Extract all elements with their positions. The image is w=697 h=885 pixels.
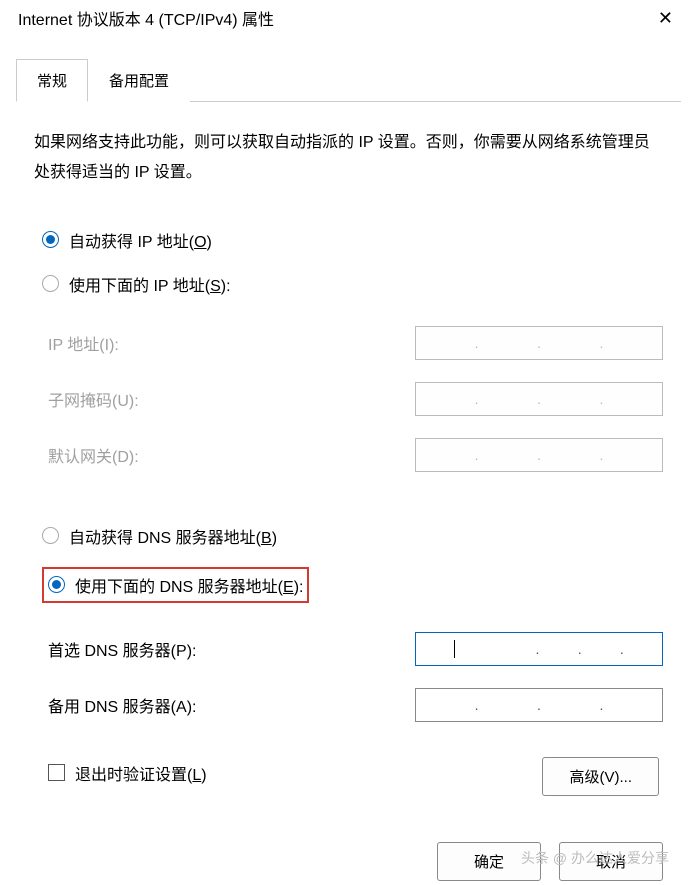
label-ip-address: IP 地址(I): [48, 331, 119, 355]
radio-ip-manual-label: 使用下面的 IP 地址(S): [69, 272, 231, 296]
radio-icon [42, 231, 59, 248]
input-default-gateway: ... [415, 438, 663, 472]
row-alternate-dns: 备用 DNS 服务器(A): ... [48, 677, 663, 733]
label-subnet-mask: 子网掩码(U): [48, 387, 139, 411]
radio-dns-auto-label: 自动获得 DNS 服务器地址(B) [69, 524, 277, 548]
checkbox-icon [48, 764, 65, 781]
row-ip-address: IP 地址(I): ... [48, 315, 663, 371]
radio-icon [42, 527, 59, 544]
label-preferred-dns: 首选 DNS 服务器(P): [48, 637, 196, 661]
radio-dns-auto[interactable]: 自动获得 DNS 服务器地址(B) [42, 523, 663, 549]
dialog-buttons: 确定 取消 [16, 822, 681, 885]
tab-alternate[interactable]: 备用配置 [88, 59, 190, 102]
radio-icon [42, 275, 59, 292]
radio-dns-manual[interactable]: 使用下面的 DNS 服务器地址(E): [38, 567, 663, 603]
checkbox-validate-label: 退出时验证设置(L) [75, 761, 207, 785]
radio-icon [48, 576, 65, 593]
input-subnet-mask: ... [415, 382, 663, 416]
tab-general[interactable]: 常规 [16, 59, 88, 102]
row-subnet-mask: 子网掩码(U): ... [48, 371, 663, 427]
dialog-content: 常规 备用配置 如果网络支持此功能，则可以获取自动指派的 IP 设置。否则，你需… [0, 36, 697, 885]
radio-ip-manual[interactable]: 使用下面的 IP 地址(S): [42, 271, 663, 297]
cancel-button[interactable]: 取消 [559, 842, 663, 881]
row-preferred-dns: 首选 DNS 服务器(P): ... [48, 621, 663, 677]
text-caret [454, 640, 455, 658]
close-icon[interactable]: ✕ [650, 8, 681, 29]
titlebar: Internet 协议版本 4 (TCP/IPv4) 属性 ✕ [0, 0, 697, 36]
radio-dns-manual-label: 使用下面的 DNS 服务器地址(E): [75, 573, 303, 597]
panel-general: 如果网络支持此功能，则可以获取自动指派的 IP 设置。否则，你需要从网络系统管理… [16, 102, 681, 804]
radio-ip-auto[interactable]: 自动获得 IP 地址(O) [42, 227, 663, 253]
ok-button[interactable]: 确定 [437, 842, 541, 881]
highlight-box: 使用下面的 DNS 服务器地址(E): [42, 567, 309, 603]
input-alternate-dns[interactable]: ... [415, 688, 663, 722]
dns-fields: 首选 DNS 服务器(P): ... 备用 DNS 服务器(A): ... [48, 621, 663, 733]
radio-ip-auto-label: 自动获得 IP 地址(O) [69, 228, 212, 252]
tab-strip: 常规 备用配置 [16, 58, 681, 102]
input-ip-address: ... [415, 326, 663, 360]
row-default-gateway: 默认网关(D): ... [48, 427, 663, 483]
window-title: Internet 协议版本 4 (TCP/IPv4) 属性 [18, 6, 274, 30]
input-preferred-dns[interactable]: ... [415, 632, 663, 666]
advanced-button[interactable]: 高级(V)... [542, 757, 659, 796]
label-alternate-dns: 备用 DNS 服务器(A): [48, 693, 196, 717]
description-text: 如果网络支持此功能，则可以获取自动指派的 IP 设置。否则，你需要从网络系统管理… [34, 128, 663, 189]
ip-fields: IP 地址(I): ... 子网掩码(U): ... 默认网关(D): ... [48, 315, 663, 483]
label-default-gateway: 默认网关(D): [48, 443, 139, 467]
